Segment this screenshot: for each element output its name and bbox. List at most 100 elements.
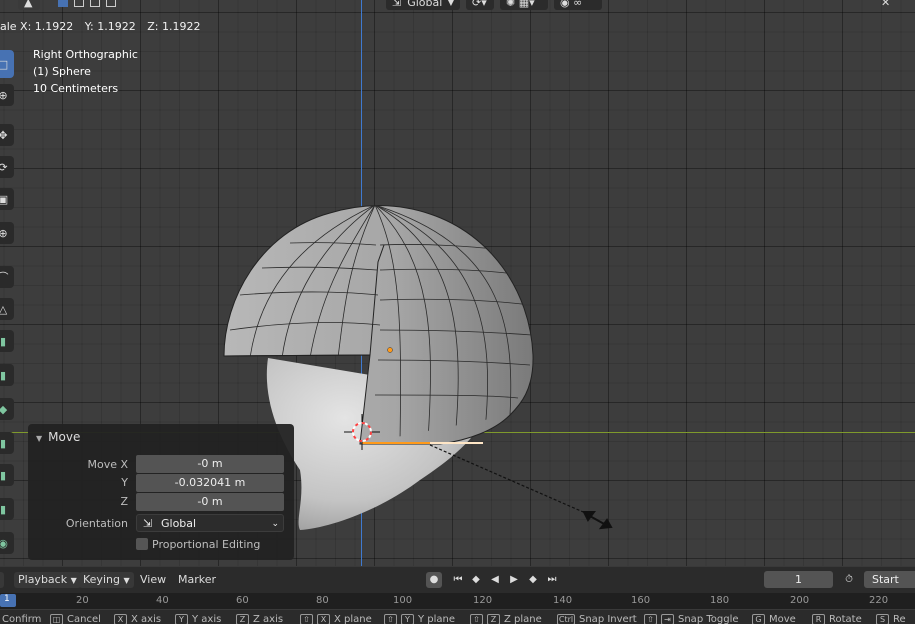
select-tool-icon[interactable]: □ xyxy=(0,50,14,78)
status-z-axis: Z Z axis xyxy=(236,614,283,624)
move-z-label: Z xyxy=(120,495,128,508)
proportional-edit-icon[interactable]: ◉ ∞ xyxy=(554,0,602,10)
selection-mode-icons[interactable] xyxy=(52,0,142,10)
tool-shelf: □ ⊕ ✥ ⟳ ▣ ⊕ ⌒ △ ▮ ▮ ◆ ▮ ▮ ▮ ◉ xyxy=(0,40,16,560)
status-resize: S Re xyxy=(876,614,906,624)
ruler-tick: 100 xyxy=(393,595,413,606)
chevron-down-icon: ▼ xyxy=(70,576,77,585)
g-key-icon: G xyxy=(752,614,765,624)
ruler-tick: 160 xyxy=(631,595,651,606)
move-x-field[interactable]: -0 m xyxy=(136,455,284,473)
status-bar: Confirm ◫ Cancel XX axis YY axis ZZ axis … xyxy=(0,610,915,624)
ruler-tick: 40 xyxy=(156,595,169,606)
loop-cut-tool-icon[interactable]: ▮ xyxy=(0,432,14,454)
grid-scale: 10 Centimeters xyxy=(33,82,119,95)
play-reverse-icon[interactable]: ◀ xyxy=(487,572,503,588)
move-panel-title: Move xyxy=(48,430,81,444)
bevel-tool-icon[interactable]: ◆ xyxy=(0,398,14,420)
status-y-plane: ⇧ Y Y plane xyxy=(384,614,455,624)
ruler-tick: 80 xyxy=(316,595,329,606)
jump-start-icon[interactable]: ⏮ xyxy=(450,572,466,588)
next-keyframe-icon[interactable]: ◆ xyxy=(525,572,541,588)
timeline-ruler[interactable]: 1 20 40 60 80 100 120 140 160 180 200 22… xyxy=(0,593,915,609)
editor-type-dropdown[interactable]: ▾ xyxy=(0,572,4,588)
close-icon[interactable]: ✕ xyxy=(875,0,899,10)
proportional-editing-label: Proportional Editing xyxy=(152,538,261,551)
scale-tool-icon[interactable]: ▣ xyxy=(0,188,14,210)
status-y-plane-label: Y plane xyxy=(418,614,456,624)
chevron-down-icon: ▼ xyxy=(447,0,454,7)
jump-end-icon[interactable]: ⏭ xyxy=(544,572,560,588)
annotate-tool-icon[interactable]: ⌒ xyxy=(0,266,14,288)
ruler-tick: 200 xyxy=(790,595,810,606)
scale-y-readout: Y: 1.1922 xyxy=(84,20,136,33)
tab-key-icon: ⇥ xyxy=(661,614,674,624)
move-z-field[interactable]: -0 m xyxy=(136,493,284,511)
status-y-axis-label: Y axis xyxy=(192,614,222,624)
shift-key-icon: ⇧ xyxy=(470,614,483,624)
status-rotate: R Rotate xyxy=(812,614,862,624)
status-y-axis: Y Y axis xyxy=(175,614,221,624)
playhead[interactable]: 1 xyxy=(0,594,16,607)
start-frame-field[interactable]: Start xyxy=(864,571,915,588)
current-frame-field[interactable]: 1 xyxy=(764,571,833,588)
move-arrows-icon xyxy=(582,511,613,530)
poly-build-tool-icon[interactable]: ▮ xyxy=(0,498,14,520)
snap-icon[interactable]: ✺ ▦▾ xyxy=(500,0,548,10)
record-icon[interactable]: ● xyxy=(426,572,442,588)
collapse-triangle-icon[interactable]: ▼ xyxy=(36,434,42,443)
move-operator-panel[interactable]: ▼ Move Move X -0 m Y -0.032041 m Z -0 m O… xyxy=(28,424,294,560)
transform-tool-icon[interactable]: ⊕ xyxy=(0,222,14,244)
cursor-tool-icon[interactable]: ⊕ xyxy=(0,84,14,106)
inset-tool-icon[interactable]: ▮ xyxy=(0,364,14,386)
scale-x-readout: ale X: 1.1922 xyxy=(0,20,74,33)
orientation-axes-icon: ⇲ xyxy=(143,517,153,530)
timeline-header: ▾ Playback ▼ Keying ▼ View Marker ● ⏮ ◆ … xyxy=(0,567,915,593)
orientation-label: Orientation xyxy=(65,517,128,530)
status-snap-invert-label: Snap Invert xyxy=(579,614,637,624)
playback-menu[interactable]: Playback ▼ xyxy=(14,572,81,588)
chevron-down-icon: ⌄ xyxy=(271,519,279,529)
prev-keyframe-icon[interactable]: ◆ xyxy=(468,572,484,588)
move-y-field[interactable]: -0.032041 m xyxy=(136,474,284,492)
proportional-editing-checkbox[interactable] xyxy=(136,538,148,550)
transform-orientation-dropdown[interactable]: ⇲ Global ▼ xyxy=(386,0,460,10)
status-rotate-label: Rotate xyxy=(829,614,862,624)
status-resize-label: Re xyxy=(893,614,906,624)
orientation-label: Global xyxy=(407,0,443,9)
spin-tool-icon[interactable]: ◉ xyxy=(0,532,14,554)
x-key-icon: X xyxy=(317,614,330,624)
status-z-plane: ⇧ Z Z plane xyxy=(470,614,542,624)
marker-menu[interactable]: Marker xyxy=(178,572,216,588)
ruler-tick: 220 xyxy=(869,595,889,606)
move-tool-icon[interactable]: ✥ xyxy=(0,124,14,146)
knife-tool-icon[interactable]: ▮ xyxy=(0,464,14,486)
status-x-plane-label: X plane xyxy=(334,614,372,624)
z-key-icon: Z xyxy=(487,614,500,624)
move-panel-header[interactable]: ▼ Move xyxy=(36,430,80,444)
view-name: Right Orthographic xyxy=(33,48,138,61)
pivot-point-icon[interactable]: ⟳▾ xyxy=(466,0,494,10)
orientation-select[interactable]: ⇲ Global ⌄ xyxy=(136,514,284,532)
z-key-icon: Z xyxy=(236,614,249,624)
measure-tool-icon[interactable]: △ xyxy=(0,298,14,320)
play-icon[interactable]: ▶ xyxy=(506,572,522,588)
ruler-tick: 120 xyxy=(473,595,493,606)
view-menu[interactable]: View xyxy=(140,572,166,588)
status-z-axis-label: Z axis xyxy=(253,614,284,624)
viewport-header: ▲ ⇲ Global ▼ ⟳▾ ✺ ▦▾ ◉ ∞ ✕ xyxy=(0,0,915,14)
transform-guide-line xyxy=(429,444,591,516)
playhead-frame: 1 xyxy=(4,594,10,604)
object-origin xyxy=(387,347,393,353)
extrude-tool-icon[interactable]: ▮ xyxy=(0,330,14,352)
select-box-icon[interactable]: ▲ xyxy=(18,0,40,10)
rotate-tool-icon[interactable]: ⟳ xyxy=(0,156,14,178)
status-z-plane-label: Z plane xyxy=(504,614,542,624)
x-key-icon: X xyxy=(114,614,127,624)
ruler-tick: 20 xyxy=(76,595,89,606)
3d-viewport[interactable]: ▲ ⇲ Global ▼ ⟳▾ ✺ ▦▾ ◉ ∞ ✕ ale X: 1.1922… xyxy=(0,0,915,566)
y-key-icon: Y xyxy=(401,614,414,624)
keying-menu[interactable]: Keying ▼ xyxy=(79,572,134,588)
stopwatch-icon[interactable]: ⏱ xyxy=(841,572,857,588)
status-snap-toggle: ⇧ ⇥ Snap Toggle xyxy=(644,614,739,624)
